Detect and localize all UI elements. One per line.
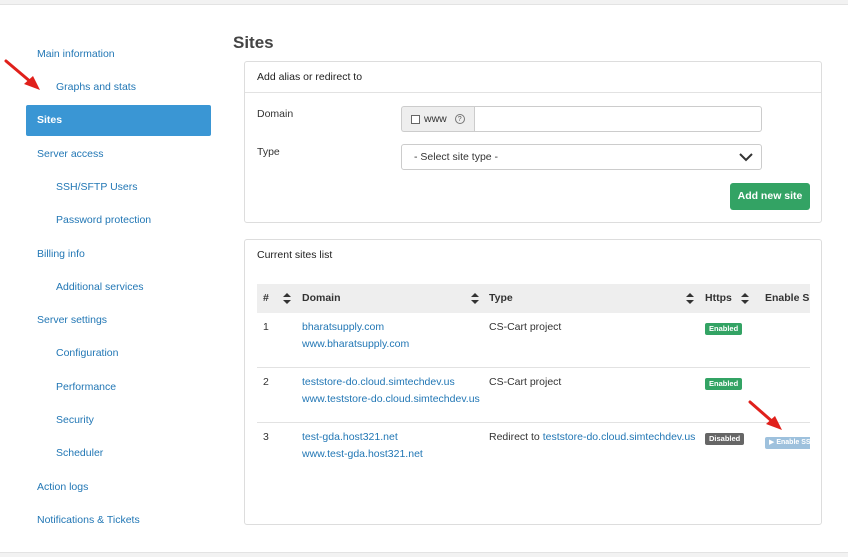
status-badge: Disabled xyxy=(705,433,745,445)
page-title: Sites xyxy=(233,33,274,52)
sidebar-item-scheduler[interactable]: Scheduler xyxy=(26,438,211,469)
sidebar-item-notifications-tickets[interactable]: Notifications & Tickets xyxy=(26,505,211,536)
sort-icon[interactable] xyxy=(471,293,479,304)
row-type-text: Redirect to xyxy=(489,431,543,443)
type-label: Type xyxy=(257,146,280,158)
row-number: 1 xyxy=(263,321,269,333)
sort-icon[interactable] xyxy=(283,293,291,304)
row-type: CS-Cart project xyxy=(489,376,561,388)
table-row: 3 test-gda.host321.net www.test-gda.host… xyxy=(257,423,810,478)
col-domain[interactable]: Domain xyxy=(302,284,341,313)
domain-label: Domain xyxy=(257,108,294,120)
col-https[interactable]: Https xyxy=(705,284,732,313)
add-new-site-button[interactable]: Add new site xyxy=(730,183,810,210)
enable-ssl-button[interactable]: ▶ Enable SS xyxy=(765,437,810,449)
add-alias-panel: Add alias or redirect to Domain www ? Ty… xyxy=(244,61,822,223)
sites-list-heading: Current sites list xyxy=(257,249,333,261)
domain-input[interactable] xyxy=(474,106,762,132)
row-type-text: CS-Cart project xyxy=(489,376,562,388)
sidebar-item-graphs-and-stats[interactable]: Graphs and stats xyxy=(26,72,211,103)
chevron-down-icon xyxy=(739,153,753,162)
sites-list-panel: Current sites list # Domain Type Https E… xyxy=(244,239,822,525)
site-type-selected: - Select site type - xyxy=(414,151,499,163)
status-badge: Enabled xyxy=(705,378,743,390)
www-checkbox[interactable] xyxy=(411,114,420,124)
annotation-arrow-icon xyxy=(4,59,40,90)
sidebar-item-action-logs[interactable]: Action logs xyxy=(26,472,211,503)
row-type-link[interactable]: teststore-do.cloud.simtechdev.us xyxy=(543,431,696,443)
sidebar-item-main-information[interactable]: Main information xyxy=(26,39,211,70)
sidebar-item-security[interactable]: Security xyxy=(26,405,211,436)
sidebar-item-ssh-sftp-users[interactable]: SSH/SFTP Users xyxy=(26,172,211,203)
col-enable-ssl[interactable]: Enable S xyxy=(765,284,809,313)
sidebar-item-sites[interactable]: Sites xyxy=(26,105,211,136)
row-domain-link[interactable]: test-gda.host321.net xyxy=(302,431,398,443)
sidebar-item-server-settings[interactable]: Server settings xyxy=(26,305,211,336)
sidebar-item-additional-services[interactable]: Additional services xyxy=(26,272,211,303)
row-domain-link[interactable]: teststore-do.cloud.simtechdev.us xyxy=(302,376,455,388)
table-row: 2 teststore-do.cloud.simtechdev.us www.t… xyxy=(257,368,810,423)
sites-table: # Domain Type Https Enable S 1 bharatsup… xyxy=(257,284,810,478)
row-type: CS-Cart project xyxy=(489,321,561,333)
col-number[interactable]: # xyxy=(263,284,269,313)
sidebar-item-password-protection[interactable]: Password protection xyxy=(26,205,211,236)
sidebar-item-server-access[interactable]: Server access xyxy=(26,139,211,170)
site-type-select[interactable]: - Select site type - xyxy=(401,144,762,170)
row-type-text: CS-Cart project xyxy=(489,321,562,333)
sort-icon[interactable] xyxy=(686,293,694,304)
www-label: www xyxy=(424,113,447,125)
sidebar-item-billing-info[interactable]: Billing info xyxy=(26,239,211,270)
add-alias-heading: Add alias or redirect to xyxy=(245,62,821,93)
sort-icon[interactable] xyxy=(741,293,749,304)
row-type: Redirect to teststore-do.cloud.simtechde… xyxy=(489,431,695,443)
row-alias-link[interactable]: www.bharatsupply.com xyxy=(302,338,409,350)
annotation-arrow-icon xyxy=(748,400,782,430)
row-domain-link[interactable]: bharatsupply.com xyxy=(302,321,384,333)
row-number: 3 xyxy=(263,431,269,443)
table-row: 1 bharatsupply.com www.bharatsupply.com … xyxy=(257,313,810,368)
sidebar-item-configuration[interactable]: Configuration xyxy=(26,338,211,369)
col-type[interactable]: Type xyxy=(489,284,513,313)
row-alias-link[interactable]: www.test-gda.host321.net xyxy=(302,448,423,460)
page: Main information Graphs and stats Sites … xyxy=(0,4,848,553)
help-icon[interactable]: ? xyxy=(454,114,465,124)
sidebar-item-performance[interactable]: Performance xyxy=(26,372,211,403)
table-header: # Domain Type Https Enable S xyxy=(257,284,810,313)
status-badge: Enabled xyxy=(705,323,743,335)
row-number: 2 xyxy=(263,376,269,388)
row-alias-link[interactable]: www.teststore-do.cloud.simtechdev.us xyxy=(302,393,480,405)
www-addon: www ? xyxy=(401,106,474,132)
